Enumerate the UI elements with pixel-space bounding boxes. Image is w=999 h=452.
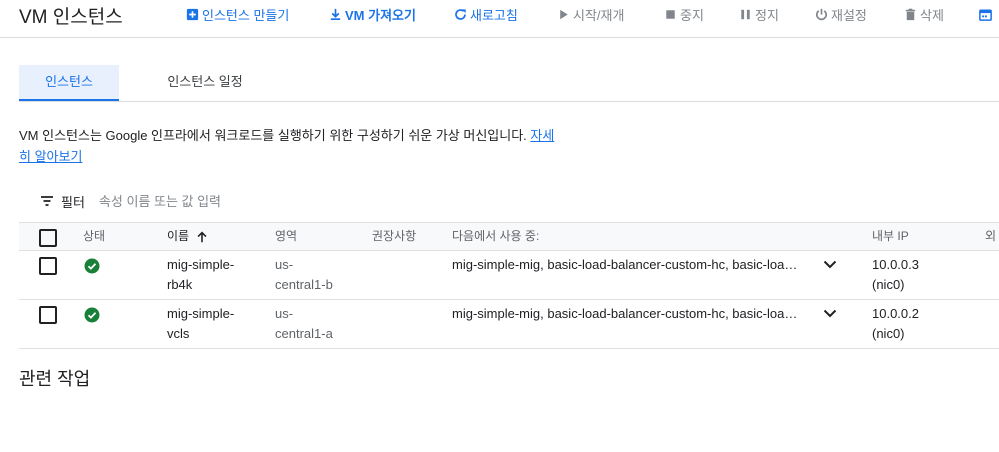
column-external-ip[interactable]: 외 <box>985 223 996 250</box>
refresh-button[interactable]: 새로고침 <box>453 4 518 24</box>
check-circle-icon <box>84 258 100 274</box>
page-description: VM 인스턴스는 Google 인프라에서 워크로드를 실행하기 위한 구성하기… <box>19 125 559 167</box>
start-resume-button[interactable]: 시작/재개 <box>556 4 624 24</box>
in-use-by-value[interactable]: mig-simple-mig, basic-load-balancer-cust… <box>452 304 802 324</box>
column-name[interactable]: 이름 <box>167 223 209 250</box>
create-instance-button[interactable]: 인스턴스 만들기 <box>185 4 289 24</box>
internal-ip-value: 10.0.0.2 (nic0) <box>872 306 919 341</box>
table-row: mig-simple- rb4k us- central1-b mig-simp… <box>19 251 999 300</box>
filter-input[interactable] <box>98 193 399 209</box>
stop-icon <box>666 9 675 19</box>
toolbar: VM 인스턴스 인스턴스 만들기 VM 가져오기 새로고침 시작/재개 중지 정… <box>0 0 999 38</box>
power-icon <box>816 8 827 20</box>
internal-ip-value: 10.0.0.3 (nic0) <box>872 257 919 292</box>
download-icon <box>330 8 341 20</box>
table-header: 상태 이름 영역 권장사항 다음에서 사용 중: 내부 IP 외 <box>19 222 999 251</box>
in-use-by-value[interactable]: mig-simple-mig, basic-load-balancer-cust… <box>452 255 802 275</box>
schedule-button[interactable] <box>978 4 995 24</box>
instances-table: 상태 이름 영역 권장사항 다음에서 사용 중: 내부 IP 외 mig-sim… <box>19 222 999 349</box>
chevron-down-icon[interactable] <box>821 304 839 322</box>
check-circle-icon <box>84 307 100 323</box>
chevron-down-icon[interactable] <box>821 255 839 273</box>
table-row: mig-simple- vcls us- central1-a mig-simp… <box>19 300 999 349</box>
column-internal-ip[interactable]: 내부 IP <box>872 223 909 250</box>
row-checkbox[interactable] <box>39 257 57 275</box>
instance-zone: us- central1-b <box>275 257 333 292</box>
description-text: VM 인스턴스는 Google 인프라에서 워크로드를 실행하기 위한 구성하기… <box>19 128 531 143</box>
instance-name[interactable]: mig-simple- rb4k <box>167 255 234 295</box>
suspend-button[interactable]: 정지 <box>738 4 779 24</box>
add-box-icon <box>186 8 199 20</box>
related-actions-title: 관련 작업 <box>19 369 91 389</box>
page-title: VM 인스턴스 <box>19 7 123 28</box>
reset-button[interactable]: 재설정 <box>814 4 867 24</box>
refresh-icon <box>455 8 466 20</box>
filter-bar: 필터 <box>39 190 399 212</box>
column-status[interactable]: 상태 <box>83 223 105 250</box>
column-in-use-by[interactable]: 다음에서 사용 중: <box>452 223 539 250</box>
trash-icon <box>905 8 916 20</box>
row-checkbox[interactable] <box>39 306 57 324</box>
play-icon <box>560 9 568 19</box>
import-vm-button[interactable]: VM 가져오기 <box>328 4 416 24</box>
filter-label[interactable]: 필터 <box>61 192 85 211</box>
calendar-icon <box>979 9 992 21</box>
arrow-up-icon <box>197 231 207 242</box>
column-zone[interactable]: 영역 <box>275 223 297 250</box>
stop-button[interactable]: 중지 <box>663 4 704 24</box>
pause-icon <box>741 9 750 19</box>
filter-icon[interactable] <box>39 193 55 209</box>
column-name-label: 이름 <box>167 229 190 243</box>
select-all-checkbox[interactable] <box>39 229 57 247</box>
tab-instances[interactable]: 인스턴스 <box>19 65 119 101</box>
delete-button[interactable]: 삭제 <box>903 4 944 24</box>
instance-name[interactable]: mig-simple- vcls <box>167 304 234 344</box>
tab-instance-schedules[interactable]: 인스턴스 일정 <box>130 65 280 101</box>
tabs-divider <box>19 101 999 102</box>
column-recommendation[interactable]: 권장사항 <box>372 223 416 250</box>
instance-zone: us- central1-a <box>275 306 333 341</box>
